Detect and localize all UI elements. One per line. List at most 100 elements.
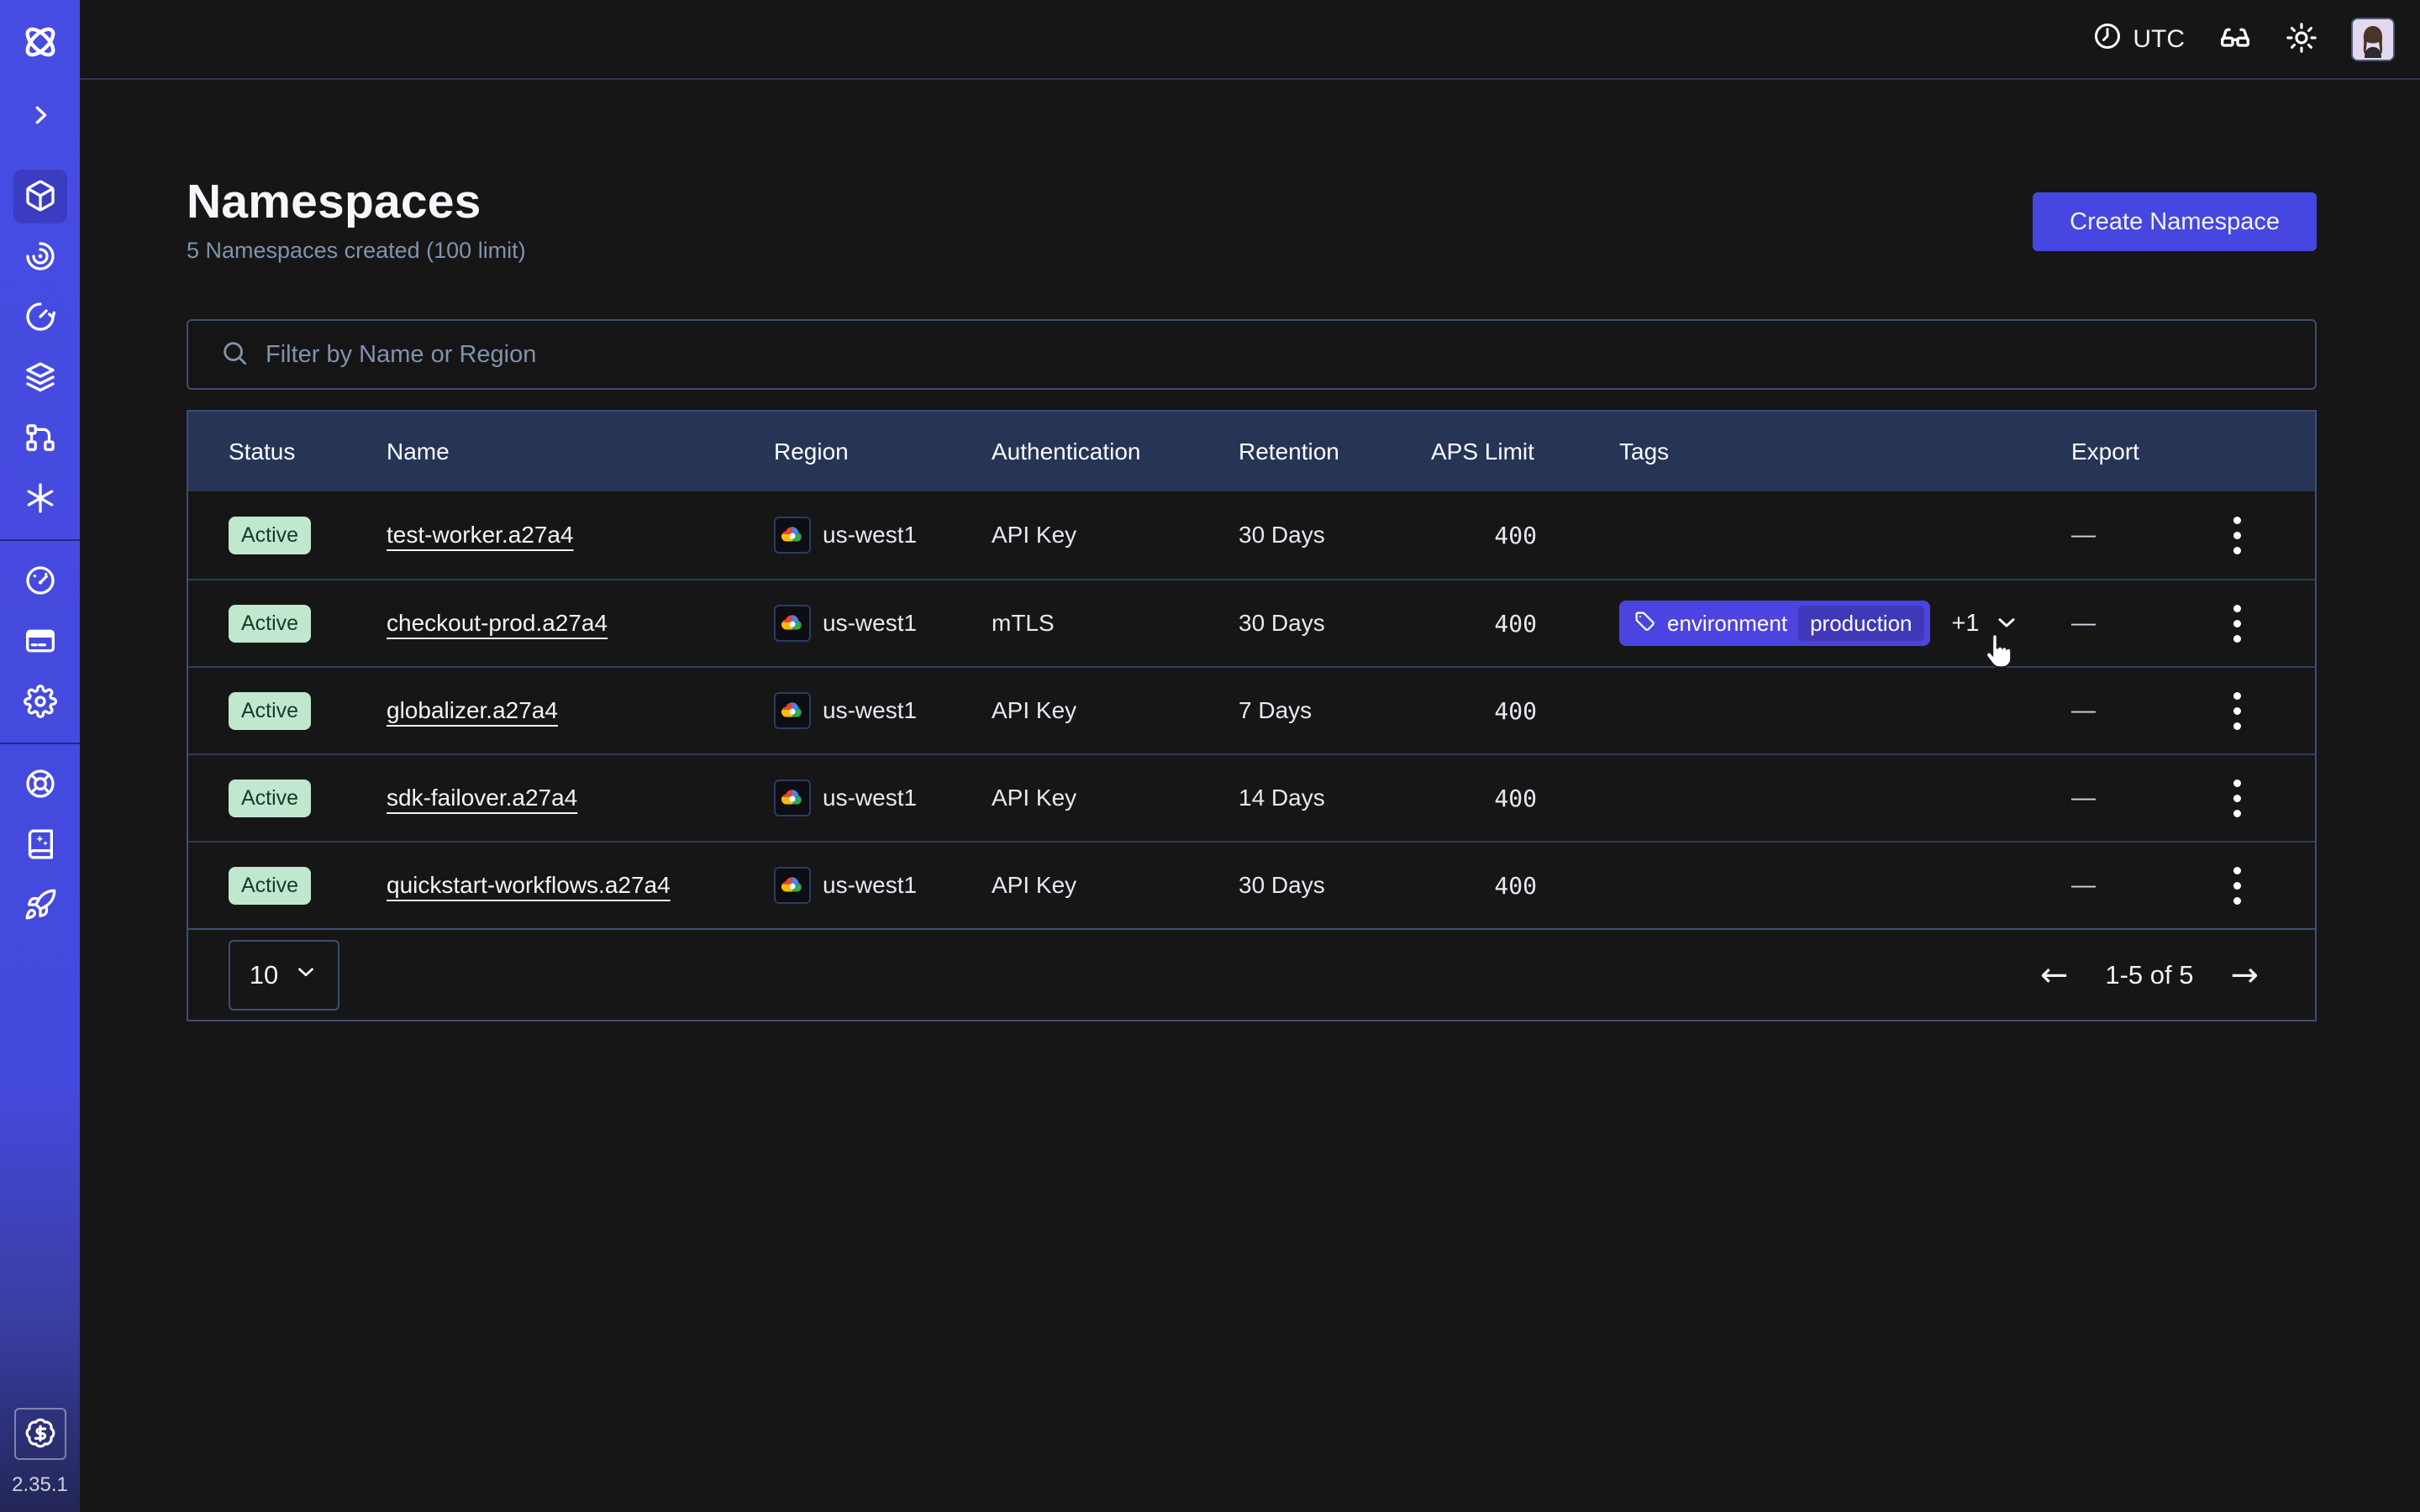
tags-expand-button[interactable]: [1993, 609, 2020, 638]
aps-limit-value: 400: [1431, 785, 1619, 812]
sidebar-nav-primary: [13, 170, 67, 526]
page-title: Namespaces: [187, 174, 526, 229]
retention-label: 14 Days: [1239, 785, 1431, 811]
filter-input[interactable]: [266, 341, 2295, 369]
row-menu-button[interactable]: [2225, 771, 2249, 826]
pagination-range: 1-5 of 5: [2105, 960, 2193, 990]
retention-label: 30 Days: [1239, 610, 1431, 637]
topbar: UTC: [80, 0, 2420, 80]
chevron-down-icon: [293, 959, 318, 991]
sidebar-item-getting-started[interactable]: [13, 879, 67, 932]
column-retention: Retention: [1239, 438, 1431, 465]
aps-limit-value: 400: [1431, 872, 1619, 900]
sidebar-item-usage[interactable]: [13, 554, 67, 608]
namespace-link[interactable]: checkout-prod.a27a4: [387, 610, 608, 636]
column-name: Name: [387, 438, 774, 465]
sidebar-expand-button[interactable]: [22, 97, 59, 134]
sidebar-item-support[interactable]: [13, 758, 67, 811]
column-export: Export: [2071, 438, 2315, 465]
namespace-link[interactable]: quickstart-workflows.a27a4: [387, 872, 671, 898]
labs-button[interactable]: [2218, 21, 2252, 57]
rocket-icon: [24, 888, 57, 924]
column-region: Region: [774, 438, 992, 465]
sidebar-item-timer[interactable]: [13, 291, 67, 344]
branch-icon: [24, 421, 57, 457]
sidebar-item-settings[interactable]: [13, 675, 67, 729]
retention-label: 7 Days: [1239, 697, 1431, 724]
app-root: 2.35.1 UTC: [0, 0, 2420, 1512]
pricing-badge-icon: [24, 1417, 56, 1452]
timezone-label: UTC: [2133, 25, 2185, 54]
next-page-button[interactable]: →: [2230, 958, 2259, 992]
region-label: us-west1: [823, 872, 917, 899]
sidebar-item-layers[interactable]: [13, 351, 67, 405]
table-row: Active test-worker.a27a4 us-west1 API Ke…: [188, 491, 2315, 579]
region-label: us-west1: [823, 697, 917, 724]
page-size-select[interactable]: 10: [229, 940, 339, 1011]
sun-icon: [2286, 22, 2317, 56]
row-menu-button[interactable]: [2225, 684, 2249, 738]
chevron-right-icon: [28, 102, 53, 130]
sidebar-divider: [0, 743, 80, 744]
temporal-logo-icon: [18, 20, 62, 64]
row-menu-button[interactable]: [2225, 858, 2249, 913]
namespace-link[interactable]: sdk-failover.a27a4: [387, 785, 577, 811]
sidebar-item-branch[interactable]: [13, 412, 67, 465]
row-menu-button[interactable]: [2225, 508, 2249, 563]
timezone-button[interactable]: UTC: [2092, 21, 2185, 58]
namespaces-table: Status Name Region Authentication Retent…: [187, 410, 2317, 1021]
spiral-icon: [24, 239, 57, 276]
auth-label: API Key: [992, 872, 1239, 899]
status-badge: Active: [229, 867, 311, 905]
namespace-link[interactable]: globalizer.a27a4: [387, 697, 558, 723]
timer-icon: [24, 300, 57, 336]
page-subtitle: 5 Namespaces created (100 limit): [187, 238, 526, 264]
retention-label: 30 Days: [1239, 522, 1431, 549]
asterisk-icon: [24, 481, 57, 517]
tag-key: environment: [1667, 611, 1787, 637]
cube-icon: [24, 179, 57, 215]
status-badge: Active: [229, 692, 311, 730]
sidebar-divider: [0, 539, 80, 541]
auth-label: mTLS: [992, 610, 1239, 637]
tag-value: production: [1798, 606, 1923, 641]
export-empty-dash: —: [2071, 697, 2096, 725]
column-status: Status: [229, 438, 387, 465]
create-namespace-button[interactable]: Create Namespace: [2033, 192, 2317, 251]
prev-page-button[interactable]: ←: [2040, 958, 2069, 992]
life-buoy-icon: [24, 767, 57, 803]
namespace-link[interactable]: test-worker.a27a4: [387, 522, 574, 548]
page-size-value: 10: [250, 960, 278, 990]
aps-limit-value: 400: [1431, 522, 1619, 549]
tag-pill[interactable]: environment production: [1619, 601, 1930, 646]
sidebar-item-docs[interactable]: [13, 818, 67, 872]
auth-label: API Key: [992, 785, 1239, 811]
gauge-icon: [24, 564, 57, 600]
sidebar-item-namespaces[interactable]: [13, 170, 67, 223]
aps-limit-value: 400: [1431, 697, 1619, 725]
sidebar-item-spiral[interactable]: [13, 230, 67, 284]
table-header: Status Name Region Authentication Retent…: [188, 412, 2315, 491]
table-row: Active sdk-failover.a27a4 us-west1 API K…: [188, 753, 2315, 841]
page-header: Namespaces 5 Namespaces created (100 lim…: [187, 174, 2317, 264]
table-row: Active globalizer.a27a4 us-west1 API Key…: [188, 666, 2315, 753]
column-tags: Tags: [1619, 438, 2071, 465]
gcp-cloud-icon: [774, 780, 811, 816]
row-menu-button[interactable]: [2225, 596, 2249, 651]
pricing-button[interactable]: [14, 1408, 66, 1460]
export-empty-dash: —: [2071, 785, 2096, 812]
app-version: 2.35.1: [12, 1473, 68, 1497]
sidebar-item-asterisk[interactable]: [13, 472, 67, 526]
sidebar-item-billing[interactable]: [13, 615, 67, 669]
glasses-icon: [2218, 21, 2252, 57]
layers-icon: [24, 360, 57, 396]
user-avatar[interactable]: [2351, 18, 2395, 61]
export-empty-dash: —: [2071, 610, 2096, 638]
column-authentication: Authentication: [992, 438, 1239, 465]
export-empty-dash: —: [2071, 522, 2096, 549]
docs-book-icon: [24, 827, 57, 864]
table-row: Active checkout-prod.a27a4 us-west1 mTLS…: [188, 579, 2315, 666]
theme-toggle-button[interactable]: [2286, 22, 2317, 56]
gear-icon: [24, 685, 57, 721]
tag-icon: [1633, 609, 1656, 638]
